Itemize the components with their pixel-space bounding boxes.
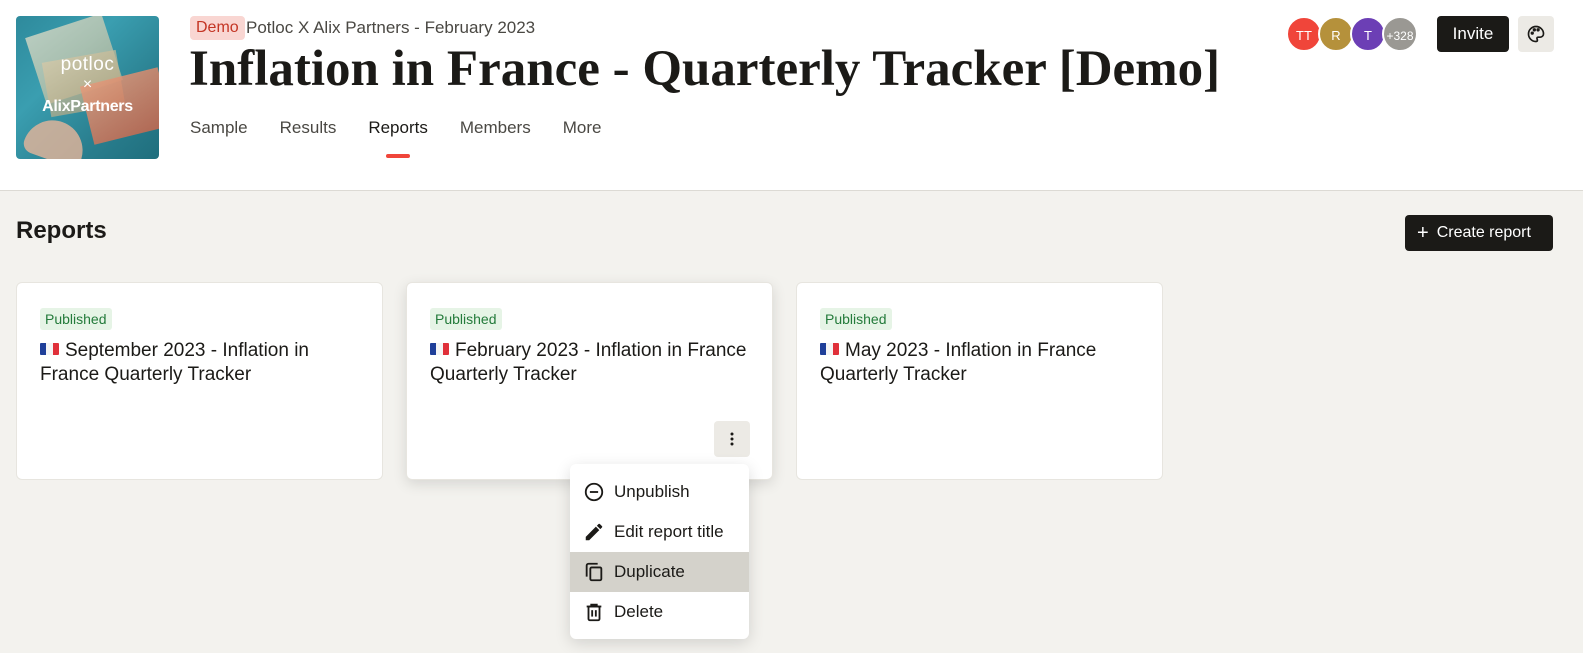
tab-results[interactable]: Results bbox=[280, 116, 337, 140]
status-badge: Published bbox=[820, 308, 892, 330]
create-report-button[interactable]: + Create report bbox=[1405, 215, 1553, 251]
project-subtitle: Potloc X Alix Partners - February 2023 bbox=[246, 18, 536, 37]
report-card[interactable]: Published September 2023 - Inflation in … bbox=[16, 282, 383, 480]
report-title: September 2023 - Inflation in France Qua… bbox=[40, 339, 360, 387]
menu-item-label: Unpublish bbox=[614, 482, 690, 501]
tab-more[interactable]: More bbox=[563, 116, 602, 140]
fr-flag-icon bbox=[40, 343, 59, 355]
page-title: Inflation in France - Quarterly Tracker … bbox=[189, 41, 1221, 97]
report-title: February 2023 - Inflation in France Quar… bbox=[430, 339, 750, 387]
cover-brand-x: × bbox=[82, 76, 93, 93]
menu-item-duplicate[interactable]: Duplicate bbox=[570, 552, 749, 592]
demo-badge: Demo bbox=[190, 16, 245, 40]
report-title: May 2023 - Inflation in France Quarterly… bbox=[820, 339, 1140, 387]
avatar[interactable]: T bbox=[1350, 16, 1386, 52]
menu-item-label: Edit report title bbox=[614, 522, 724, 541]
report-title-text: February 2023 - Inflation in France Quar… bbox=[430, 340, 747, 385]
report-card[interactable]: Published February 2023 - Inflation in F… bbox=[406, 282, 773, 480]
menu-item-unpublish[interactable]: Unpublish bbox=[570, 472, 749, 512]
cover-brand-alixpartners: AlixPartners bbox=[42, 98, 133, 115]
report-title-text: September 2023 - Inflation in France Qua… bbox=[40, 340, 309, 385]
menu-item-label: Duplicate bbox=[614, 562, 685, 581]
plus-icon: + bbox=[1417, 222, 1429, 244]
palette-icon bbox=[1527, 25, 1545, 43]
tab-members[interactable]: Members bbox=[460, 116, 531, 140]
card-options-button[interactable] bbox=[714, 421, 750, 457]
invite-button[interactable]: Invite bbox=[1437, 16, 1509, 52]
report-card[interactable]: Published May 2023 - Inflation in France… bbox=[796, 282, 1163, 480]
cover-hand bbox=[20, 111, 92, 159]
menu-item-delete[interactable]: Delete bbox=[570, 592, 749, 632]
card-options-menu: Unpublish Edit report title Duplicate De… bbox=[570, 464, 749, 639]
project-header: potloc × AlixPartners Demo Potloc X Alix… bbox=[0, 0, 1583, 191]
cover-brand-potloc: potloc bbox=[60, 54, 115, 75]
menu-item-edit-title[interactable]: Edit report title bbox=[570, 512, 749, 552]
pencil-icon bbox=[583, 521, 605, 543]
create-report-label: Create report bbox=[1436, 224, 1531, 241]
project-cover-image: potloc × AlixPartners bbox=[16, 16, 159, 159]
section-title: Reports bbox=[16, 217, 107, 244]
fr-flag-icon bbox=[820, 343, 839, 355]
tab-reports[interactable]: Reports bbox=[368, 116, 428, 140]
avatar-more-count[interactable]: +328 bbox=[1382, 16, 1418, 52]
copy-icon bbox=[583, 561, 605, 583]
trash-icon bbox=[583, 601, 605, 623]
avatar[interactable]: TT bbox=[1286, 16, 1322, 52]
project-tabs: Sample Results Reports Members More bbox=[190, 116, 633, 140]
more-vertical-icon bbox=[730, 432, 734, 446]
tab-sample[interactable]: Sample bbox=[190, 116, 248, 140]
member-avatars[interactable]: TT R T +328 bbox=[1286, 16, 1418, 52]
menu-item-label: Delete bbox=[614, 602, 664, 621]
minus-circle-icon bbox=[583, 481, 605, 503]
fr-flag-icon bbox=[430, 343, 449, 355]
avatar[interactable]: R bbox=[1318, 16, 1354, 52]
theme-button[interactable] bbox=[1518, 16, 1554, 52]
status-badge: Published bbox=[430, 308, 502, 330]
status-badge: Published bbox=[40, 308, 112, 330]
report-title-text: May 2023 - Inflation in France Quarterly… bbox=[820, 340, 1097, 385]
